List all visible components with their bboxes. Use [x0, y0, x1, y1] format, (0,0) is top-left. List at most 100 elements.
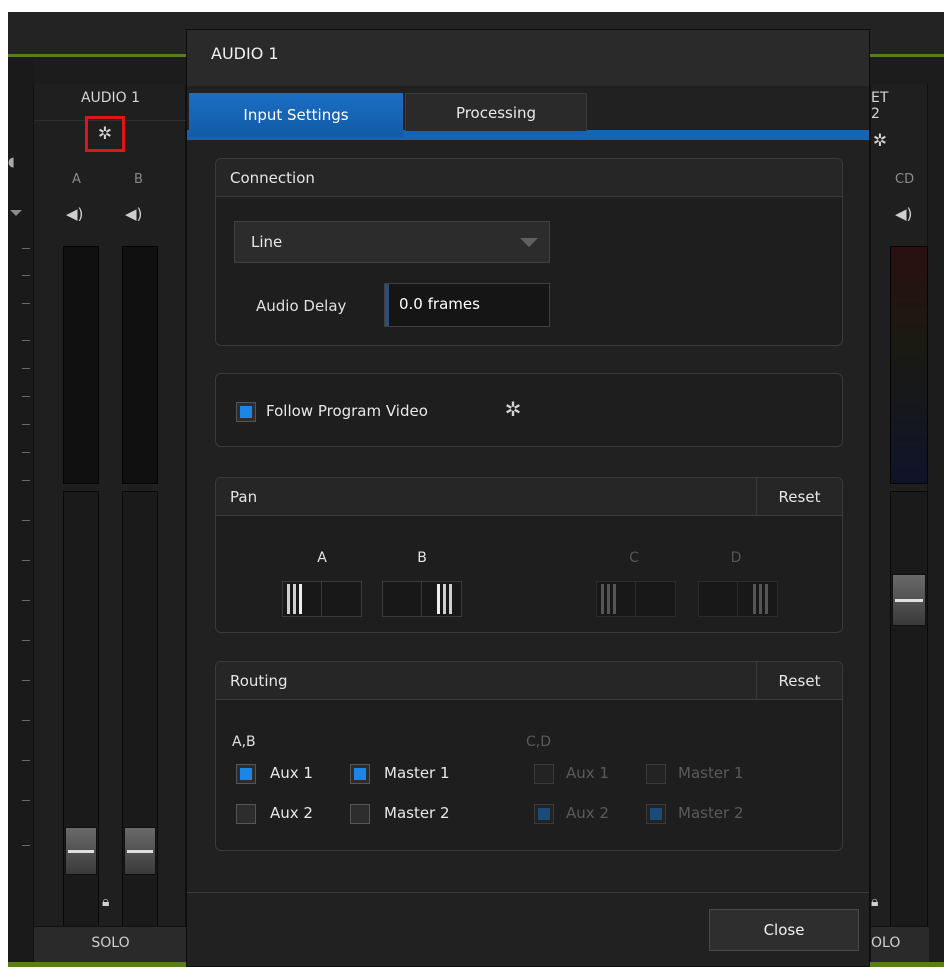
scale-tick	[22, 845, 30, 846]
fader-track-cd	[890, 491, 928, 946]
fader-track-b	[122, 491, 158, 946]
scale-tick	[22, 452, 30, 453]
scale-tick	[22, 340, 30, 341]
pan-slider-b[interactable]	[382, 581, 462, 617]
strip-title: AUDIO 1	[80, 90, 141, 106]
audio-delay-input[interactable]: 0.0 frames	[384, 283, 550, 327]
close-button[interactable]: Close	[709, 909, 859, 951]
solo-button[interactable]: SOLO	[34, 926, 187, 962]
ab-master1-checkbox[interactable]	[350, 764, 370, 784]
strip-title: ET 2	[871, 90, 889, 122]
speaker-icon[interactable]: ◀)	[125, 206, 142, 222]
gear-icon[interactable]: ✲	[504, 399, 522, 419]
cd-aux1-label: Aux 1	[566, 764, 609, 782]
connection-panel: Connection Line Audio Delay 0.0 frames	[215, 158, 843, 346]
fader-knob-a[interactable]	[65, 827, 97, 875]
routing-panel: Routing Reset A,B Aux 1 Master 1 Aux 2 M…	[215, 661, 843, 851]
audio-config-dialog: AUDIO 1 Input Settings Processing Connec…	[186, 29, 870, 967]
scale-tick	[22, 248, 30, 249]
pan-slider-c	[596, 581, 676, 617]
routing-panel-header: Routing Reset	[216, 662, 842, 700]
connection-source-dropdown[interactable]: Line	[234, 221, 550, 263]
audio-delay-value: 0.0 frames	[399, 295, 480, 313]
gear-icon[interactable]: ✲	[871, 132, 889, 150]
cd-aux1-checkbox	[534, 764, 554, 784]
dialog-header: AUDIO 1	[187, 30, 869, 86]
pan-label-d: D	[730, 550, 742, 566]
ab-master2-checkbox[interactable]	[350, 804, 370, 824]
cd-aux2-checkbox	[534, 804, 554, 824]
follow-program-video-label: Follow Program Video	[266, 402, 428, 420]
pan-handle-d	[753, 584, 768, 614]
scale-tick	[22, 600, 30, 601]
scale-tick	[22, 303, 30, 304]
pan-handle-b[interactable]	[437, 584, 452, 614]
pan-panel-header: Pan Reset	[216, 478, 842, 516]
scale-tick	[22, 560, 30, 561]
scale-tick	[22, 396, 30, 397]
ab-aux1-checkbox[interactable]	[236, 764, 256, 784]
scale-tick	[22, 640, 30, 641]
audio1-channel-strip: AUDIO 1 ✲ A B ◀) ◀) 🔒︎ SOLO	[33, 84, 187, 962]
routing-title: Routing	[230, 672, 288, 690]
routing-group-ab-label: A,B	[232, 734, 256, 750]
tab-processing[interactable]: Processing	[405, 93, 587, 131]
fader-knob-b[interactable]	[124, 827, 156, 875]
channel-b-label: B	[134, 172, 143, 187]
dropdown-arrow-icon	[520, 238, 538, 247]
pan-center-line	[321, 582, 322, 616]
follow-program-video-checkbox[interactable]	[236, 402, 256, 422]
pan-label-b: B	[417, 550, 427, 566]
meter-cd	[890, 246, 928, 484]
pan-handle-a[interactable]	[287, 584, 302, 614]
audio-delay-label: Audio Delay	[256, 297, 347, 315]
connection-panel-header: Connection	[216, 159, 842, 197]
solo-button[interactable]: OLO	[871, 926, 929, 962]
partial-knob-icon: ◖	[8, 155, 15, 170]
channel-cd-label: CD	[895, 172, 915, 187]
ab-aux1-label: Aux 1	[270, 764, 313, 782]
scale-tick	[22, 424, 30, 425]
scale-tick	[22, 368, 30, 369]
cd-aux2-label: Aux 2	[566, 804, 609, 822]
ab-master2-label: Master 2	[384, 804, 450, 822]
dialog-footer-divider	[187, 892, 869, 893]
pan-center-line	[737, 582, 738, 616]
scale-tick	[22, 720, 30, 721]
pan-center-line	[635, 582, 636, 616]
fader-track-a	[63, 491, 99, 946]
partial-chevron-down-icon	[10, 210, 22, 216]
ab-aux2-checkbox[interactable]	[236, 804, 256, 824]
scale-tick	[22, 275, 30, 276]
cd-master1-label: Master 1	[678, 764, 744, 782]
fader-knob-cd[interactable]	[892, 574, 926, 626]
pan-label-c: C	[629, 550, 639, 566]
scale-tick	[22, 480, 30, 481]
speaker-icon[interactable]: ◀)	[66, 206, 83, 222]
routing-reset-button[interactable]: Reset	[756, 662, 842, 700]
pan-label-a: A	[317, 550, 327, 566]
lock-icon[interactable]: 🔒︎	[102, 894, 109, 910]
right-channel-strip: ET 2 ✲ CD ◀) 🔒︎ OLO	[870, 84, 929, 962]
scale-tick	[22, 520, 30, 521]
cd-master2-checkbox	[646, 804, 666, 824]
pan-center-line	[421, 582, 422, 616]
follow-panel: Follow Program Video ✲	[215, 373, 843, 447]
connection-title: Connection	[230, 169, 315, 187]
pan-panel: Pan Reset A B C D	[215, 477, 843, 633]
pan-handle-c	[601, 584, 616, 614]
speaker-icon[interactable]: ◀)	[895, 206, 912, 222]
scale-tick	[22, 800, 30, 801]
lock-icon[interactable]: 🔒︎	[871, 894, 878, 910]
pan-slider-a[interactable]	[282, 581, 362, 617]
left-partial-strip	[8, 57, 33, 962]
meter-b	[122, 246, 158, 484]
scale-tick	[22, 680, 30, 681]
gear-icon[interactable]: ✲	[96, 125, 114, 143]
tab-input-settings[interactable]: Input Settings	[189, 93, 403, 137]
ab-aux2-label: Aux 2	[270, 804, 313, 822]
routing-group-cd-label: C,D	[526, 734, 552, 750]
pan-reset-button[interactable]: Reset	[756, 478, 842, 516]
pan-title: Pan	[230, 488, 258, 506]
channel-a-label: A	[72, 172, 81, 187]
